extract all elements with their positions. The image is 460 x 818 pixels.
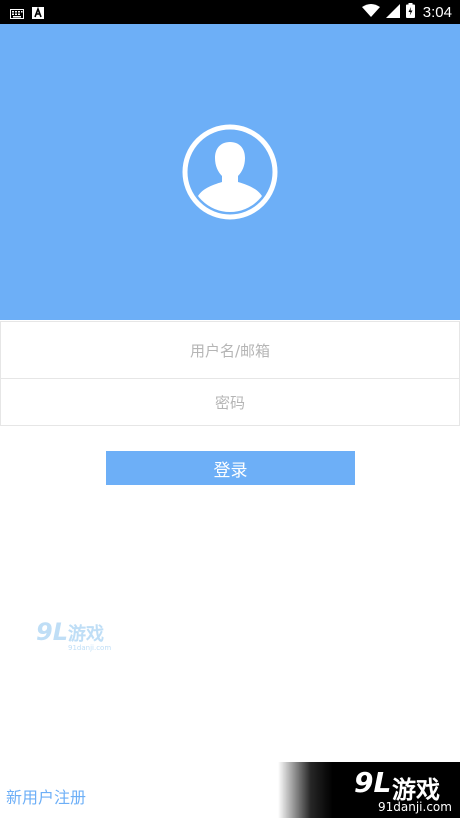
user-avatar-icon[interactable]: [182, 124, 278, 220]
signal-icon: [385, 3, 400, 22]
a-notification-icon: [32, 4, 44, 23]
watermark-logo-right: 9L 游戏 91danji.com: [278, 762, 460, 818]
profile-header: [0, 24, 460, 320]
status-right-icons: 3:04: [361, 2, 452, 22]
login-button[interactable]: 登录: [106, 451, 355, 485]
username-placeholder: 用户名/邮箱: [189, 341, 271, 360]
register-link[interactable]: 新用户注册: [6, 784, 86, 808]
password-field[interactable]: 密码: [0, 378, 460, 426]
status-left-icons: [10, 4, 44, 23]
wifi-icon: [361, 3, 380, 22]
status-bar: 3:04: [0, 0, 460, 24]
keyboard-icon: [10, 4, 24, 23]
battery-icon: [405, 2, 415, 22]
status-time: 3:04: [422, 3, 452, 21]
username-field[interactable]: 用户名/邮箱: [0, 321, 460, 379]
watermark-logo-left: 9L游戏 91danji.com: [36, 618, 112, 652]
password-placeholder: 密码: [214, 393, 245, 412]
